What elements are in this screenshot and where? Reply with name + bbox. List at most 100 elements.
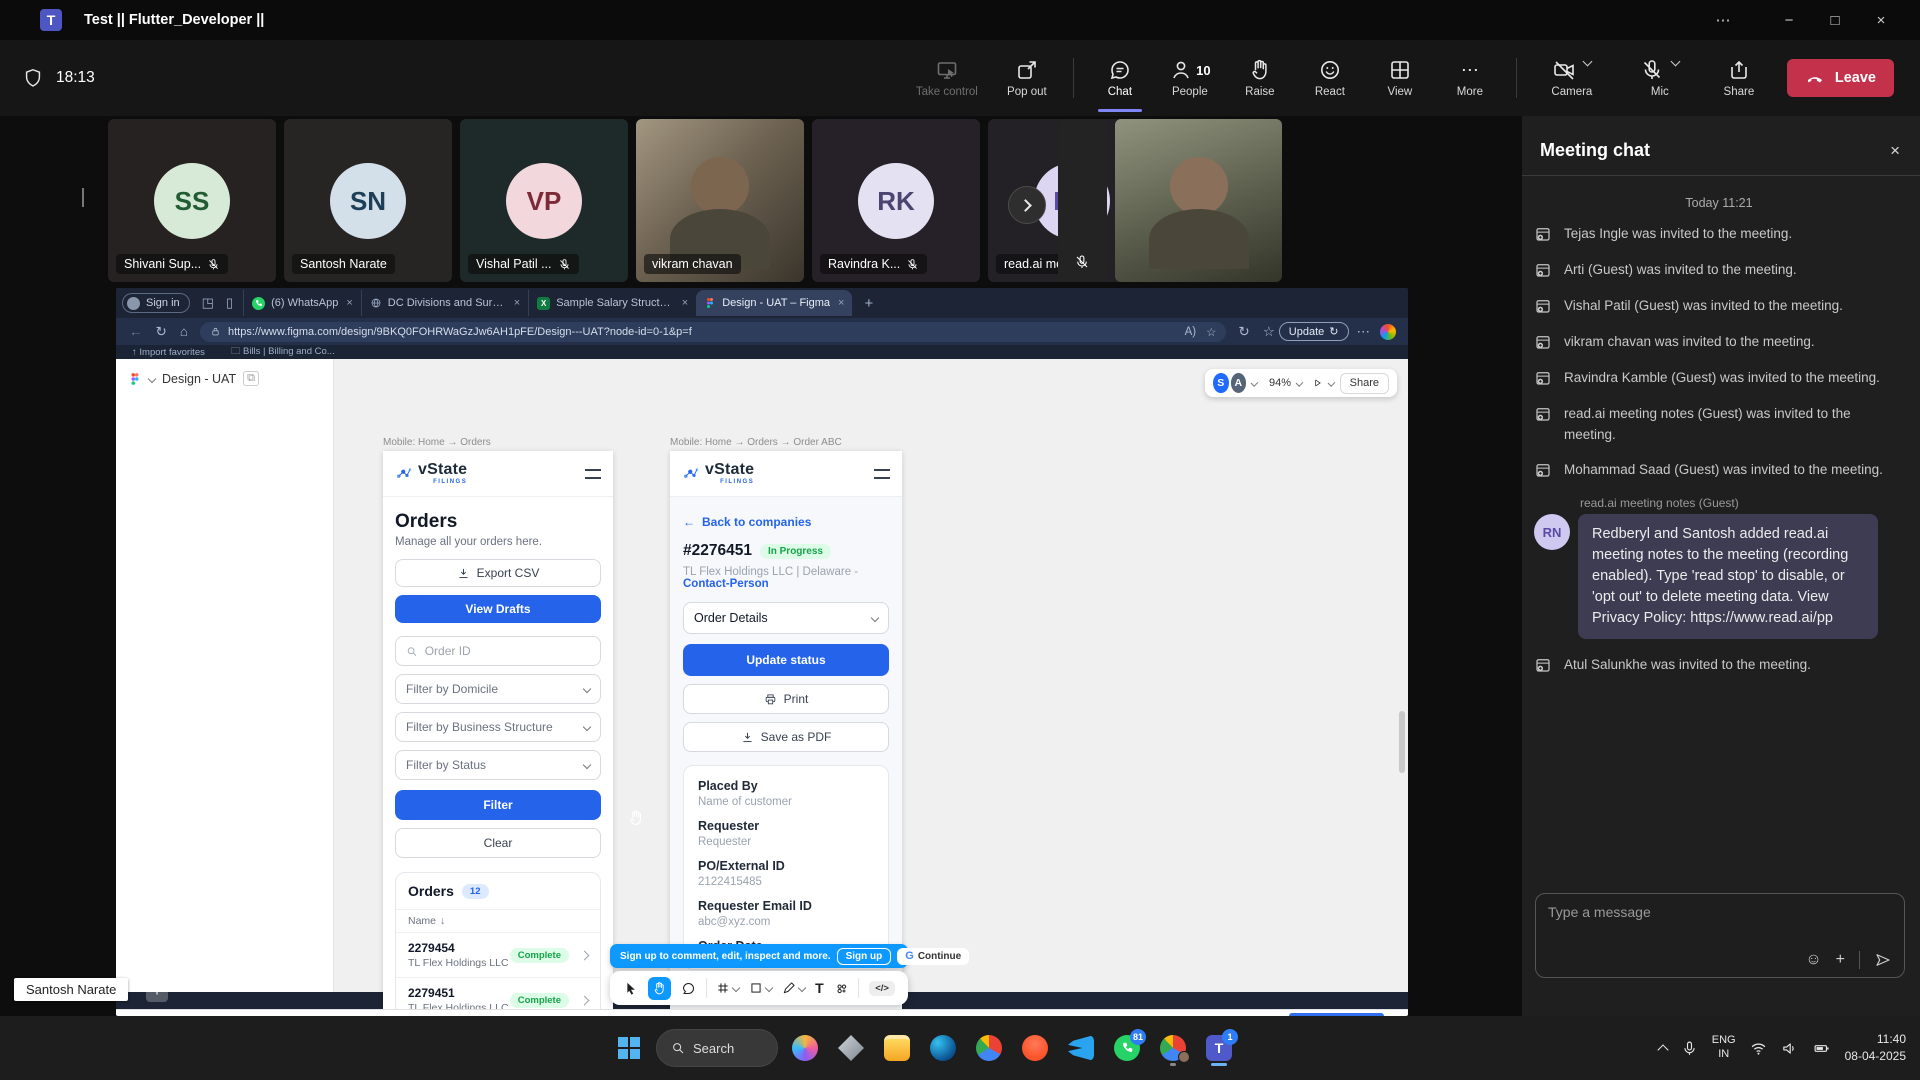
mic-chevron-icon[interactable] (1671, 57, 1681, 67)
language-switcher[interactable]: ENGIN (1712, 1034, 1736, 1062)
chrome-button[interactable] (970, 1029, 1008, 1067)
leave-button[interactable]: Leave (1787, 59, 1894, 97)
more-button[interactable]: ⋯ More (1438, 58, 1502, 98)
order-id-search[interactable] (395, 636, 601, 666)
order-details-select[interactable]: Order Details (683, 602, 889, 634)
emoji-icon[interactable]: ☺ (1805, 951, 1821, 969)
copilot-button[interactable] (786, 1029, 824, 1067)
url-text[interactable]: https://www.figma.com/design/9BKQ0FOHRWa… (228, 326, 692, 338)
tab-close-icon[interactable]: × (682, 297, 688, 309)
google-continue-button[interactable]: G Continue (897, 948, 969, 965)
browser-tab-excel[interactable]: X Sample Salary Structure with calc × (528, 290, 696, 316)
vscode-button[interactable] (1062, 1029, 1100, 1067)
browser-menu-icon[interactable]: ⋯ (1357, 324, 1371, 340)
view-button[interactable]: View (1368, 58, 1432, 98)
window-maximize-button[interactable]: □ (1812, 0, 1858, 40)
address-bar[interactable]: https://www.figma.com/design/9BKQ0FOHRWa… (200, 322, 1226, 342)
attach-plus-icon[interactable]: + (1836, 951, 1845, 969)
frame-label[interactable]: Mobile: Home → Orders (383, 437, 491, 448)
file-explorer-button[interactable] (878, 1029, 916, 1067)
zoom-chevron-icon[interactable] (1296, 379, 1304, 387)
react-button[interactable]: React (1298, 58, 1362, 98)
chat-input-box[interactable]: ☺ + (1535, 893, 1905, 978)
start-button[interactable] (610, 1029, 648, 1067)
chrome-profile-button[interactable] (1154, 1029, 1192, 1067)
chat-close-icon[interactable]: × (1890, 141, 1900, 161)
window-close-button[interactable]: × (1858, 0, 1904, 40)
print-button[interactable]: Print (683, 684, 889, 714)
mic-button[interactable]: Mic (1619, 58, 1701, 98)
dev-mode-toggle[interactable]: </> (869, 981, 895, 996)
play-icon[interactable] (1312, 376, 1323, 390)
share-button[interactable]: Share (1707, 58, 1771, 98)
export-csv-button[interactable]: Export CSV (395, 559, 601, 587)
contact-person-link[interactable]: Contact-Person (683, 578, 769, 590)
camera-button[interactable]: Camera (1531, 58, 1613, 98)
participant-tile[interactable]: vikram chavan (636, 119, 804, 282)
favorite-star-icon[interactable]: ☆ (1206, 325, 1216, 339)
participant-tile[interactable]: SN Santosh Narate (284, 119, 452, 282)
tab-close-icon[interactable]: × (838, 297, 844, 309)
chat-button[interactable]: Chat (1088, 58, 1152, 98)
participant-tile[interactable]: SS Shivani Sup... (108, 119, 276, 282)
whatsapp-button[interactable]: 81 (1108, 1029, 1146, 1067)
copy-icon[interactable]: ⧉ (243, 371, 259, 386)
comment-tool-icon[interactable] (681, 981, 696, 996)
hand-tool-icon[interactable] (648, 977, 671, 1000)
frame-tool-icon[interactable] (716, 981, 739, 995)
tab-close-icon[interactable]: × (346, 297, 352, 309)
refresh-sync-icon[interactable]: ↻ (1238, 324, 1249, 340)
resources-tool-icon[interactable] (834, 981, 849, 996)
participant-tile[interactable]: VP Vishal Patil ... (460, 119, 628, 282)
back-to-companies-link[interactable]: ← Back to companies (683, 515, 889, 529)
window-minimize-button[interactable]: − (1766, 0, 1812, 40)
read-aloud-icon[interactable]: A) (1185, 326, 1197, 338)
figma-doc-title[interactable]: Design - UAT (162, 372, 236, 386)
order-row[interactable]: 2279454 TL Flex Holdings LLC Complete (396, 932, 600, 977)
camera-chevron-icon[interactable] (1583, 57, 1593, 67)
battery-icon[interactable] (1812, 1040, 1831, 1057)
take-control-button[interactable]: Take control (905, 58, 989, 98)
raise-hand-button[interactable]: Raise (1228, 58, 1292, 98)
participant-tile-partial[interactable] (1058, 119, 1107, 282)
clear-button[interactable]: Clear (395, 828, 601, 858)
browser-tab-figma[interactable]: Design - UAT – Figma × (696, 290, 852, 316)
text-tool-icon[interactable]: T (815, 980, 824, 996)
tiles-next-icon[interactable] (1008, 186, 1046, 224)
filter-status-select[interactable]: Filter by Status (395, 750, 601, 780)
order-id-input[interactable] (425, 644, 590, 658)
column-header[interactable]: Name (408, 915, 436, 927)
view-drafts-button[interactable]: View Drafts (395, 595, 601, 623)
canvas-scrollbar[interactable] (1399, 711, 1405, 773)
figma-share-button[interactable]: Share (1340, 373, 1389, 394)
tab-close-icon[interactable]: × (514, 297, 520, 309)
window-more-icon[interactable]: ⋯ (1700, 0, 1746, 40)
edge-button[interactable] (924, 1029, 962, 1067)
taskbar-clock[interactable]: 11:4008-04-2025 (1845, 1031, 1906, 1065)
hamburger-icon[interactable] (585, 469, 601, 479)
participant-tile[interactable] (1115, 119, 1282, 282)
browser-tab-whatsapp[interactable]: (6) WhatsApp × (243, 290, 361, 316)
frame-label[interactable]: Mobile: Home → Orders → Order ABC (670, 437, 842, 448)
presenter-add-icon[interactable]: + (146, 980, 168, 1002)
import-favorites-link[interactable]: ↑ Import favorites (132, 347, 205, 358)
play-chevron-icon[interactable] (1327, 379, 1335, 387)
update-status-button[interactable]: Update status (683, 644, 889, 676)
pen-tool-icon[interactable] (782, 981, 805, 995)
filter-domicile-select[interactable]: Filter by Domicile (395, 674, 601, 704)
filter-button[interactable]: Filter (395, 790, 601, 820)
wifi-icon[interactable] (1750, 1040, 1767, 1057)
move-tool-icon[interactable] (623, 981, 638, 996)
favorites-folder-link[interactable]: 🗀 Bills | Billing and Co... (231, 344, 335, 360)
refresh-icon[interactable]: ↻ (156, 324, 167, 340)
taskbar-search[interactable]: Search (656, 1029, 778, 1067)
participant-tile[interactable]: RK Ravindra K... (812, 119, 980, 282)
copilot-icon[interactable] (1380, 324, 1396, 340)
tiles-prev-icon[interactable] (82, 188, 84, 206)
shape-tool-icon[interactable] (749, 981, 772, 995)
browser-tab-dc[interactable]: DC Divisions and Surroundings × (361, 290, 528, 316)
browser-update-button[interactable]: Update ↻ (1279, 322, 1349, 341)
tab-actions-icon[interactable]: ▯ (226, 295, 233, 311)
app-button[interactable] (832, 1029, 870, 1067)
avatars-chevron-icon[interactable] (1251, 379, 1259, 387)
